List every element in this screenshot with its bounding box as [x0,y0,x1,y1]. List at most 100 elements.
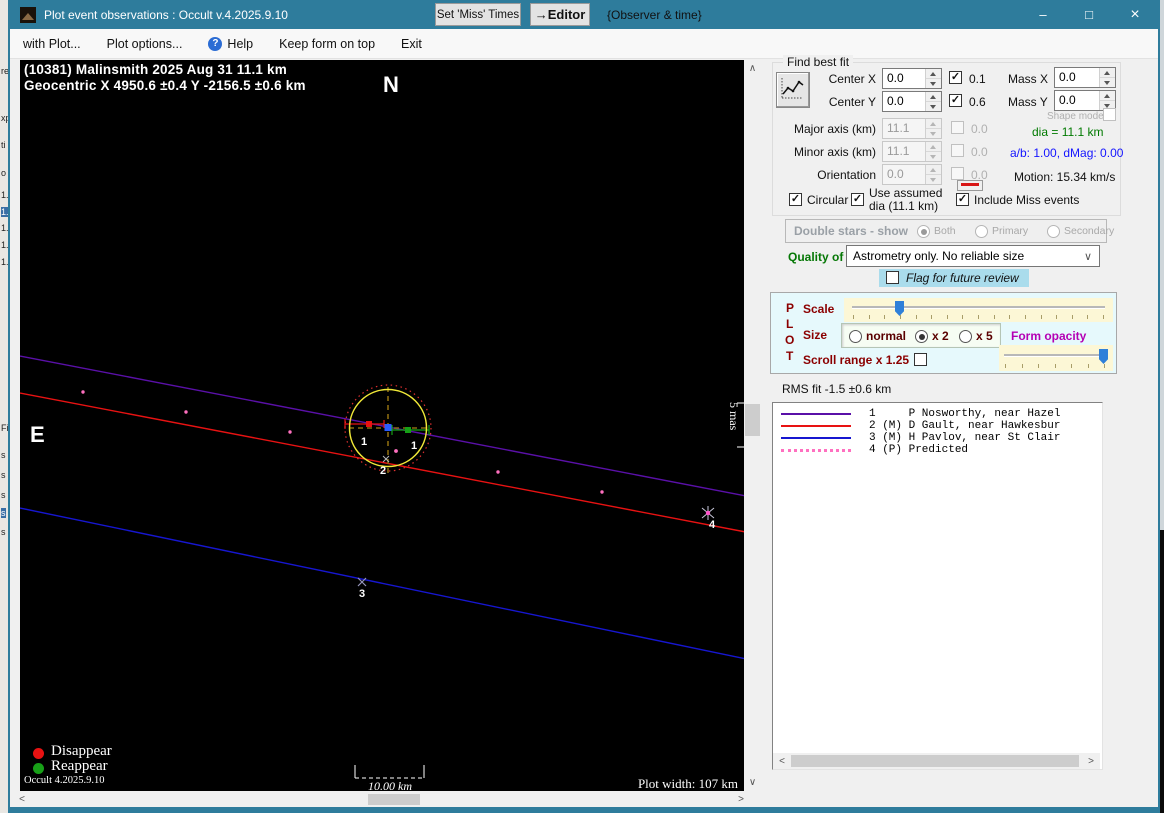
observer-row[interactable]: 1 P Nosworthy, near Hazel [773,408,1102,420]
scroll-range-checkbox[interactable] [914,353,927,366]
double-secondary-radio [1047,225,1060,238]
center-x-unc-checkbox[interactable]: ✓ [949,71,962,84]
plot-header-line1: (10381) Malinsmith 2025 Aug 31 11.1 km [24,62,287,77]
set-miss-times-button[interactable]: Set 'Miss' Times [435,3,521,26]
quality-combobox[interactable]: Astrometry only. No reliable size ∨ [846,245,1100,267]
svg-text:2: 2 [380,465,386,477]
scale-slider[interactable] [844,298,1113,322]
observers-listbox[interactable]: 1 P Nosworthy, near Hazel 2 (M) D Gault, … [772,402,1103,770]
circular-label: Circular [807,193,849,207]
menu-keep-on-top[interactable]: Keep form on top [266,29,388,58]
scale-label: Scale [803,302,835,316]
double-stars-label: Double stars - show [794,224,909,238]
size-radio-group: normal x 2 x 5 [841,323,1001,348]
fit-graph-button[interactable] [776,72,810,108]
menu-plot-options[interactable]: Plot options... [94,29,196,58]
backdrop-text-fragment: ti [1,140,6,150]
observer-line-sample [781,437,851,439]
scroll-left-arrow[interactable]: < [14,792,30,807]
editor-button[interactable]: →Editor [530,3,590,26]
mass-x-spinner[interactable]: 0.0 [1054,67,1116,88]
double-stars-group: Double stars - show Both Primary Seconda… [785,219,1114,243]
listbox-hscrollbar[interactable]: < > [773,753,1100,769]
flag-review-checkbox[interactable] [886,271,899,284]
menu-exit[interactable]: Exit [388,29,435,58]
scroll-up-arrow[interactable]: ∧ [744,60,761,77]
legend-reappear-label: Reappear [51,758,108,774]
scroll-right-arrow[interactable]: > [733,792,749,807]
major-unc-value: 0.0 [971,122,988,136]
plot-letter-t: T [786,349,794,363]
plot-hscrollbar[interactable]: < > [12,792,751,807]
major-axis-label: Major axis (km) [793,122,876,136]
center-x-unc-value: 0.1 [969,72,986,86]
close-button[interactable]: × [1112,0,1158,29]
dia-readout: dia = 11.1 km [1032,125,1104,139]
vscroll-thumb[interactable] [745,404,760,436]
form-opacity-thumb[interactable] [1099,349,1108,364]
backdrop-text-fragment: s [1,470,6,480]
use-assumed-label-line2: dia (11.1 km) [869,199,939,213]
listbox-scroll-left[interactable]: < [775,753,789,769]
minimize-button[interactable]: – [1020,0,1066,29]
observer-row[interactable]: 3 (M) H Pavlov, near St Clair [773,432,1102,444]
mass-y-label: Mass Y [1008,95,1048,109]
observer-line-sample [781,413,851,415]
hscroll-thumb[interactable] [368,794,420,805]
orientation-spinner: 0.0 [882,164,942,185]
double-primary-radio [975,225,988,238]
find-best-fit-label: Find best fit [783,55,854,69]
observer-line-sample [781,425,851,427]
backdrop-text-fragment: s [1,490,6,500]
major-axis-spinner: 11.1 [882,118,942,139]
size-x5-radio[interactable] [959,330,972,343]
observer-row[interactable]: 2 (M) D Gault, near Hawkesbur [773,420,1102,432]
menu-with-plot[interactable]: with Plot... [10,29,94,58]
size-label: Size [803,328,828,342]
observer-time-label: {Observer & time} [607,8,702,22]
observer-text: 4 (P) Predicted [869,444,969,456]
center-y-spinner[interactable]: 0.0 [882,91,942,112]
observer-text: 1 P Nosworthy, near Hazel [869,408,1061,420]
scroll-range-label: Scroll range x 1.25 [803,353,910,367]
plot-geometry: 1 1 2 3 4 [20,355,751,779]
size-x2-label: x 2 [932,329,949,343]
circular-checkbox[interactable]: ✓ [789,193,802,206]
center-y-unc-checkbox[interactable]: ✓ [949,94,962,107]
plot-vscrollbar[interactable]: ∧ ∨ [744,60,761,791]
size-normal-label: normal [866,329,907,343]
form-opacity-label: Form opacity [1011,329,1087,343]
ab-dmag-readout: a/b: 1.00, dMag: 0.00 [1010,146,1124,160]
maximize-button[interactable]: □ [1066,0,1112,29]
line-color-button[interactable] [957,180,983,191]
minor-axis-spinner: 11.1 [882,141,942,162]
backdrop-text-fragment: s [1,527,6,537]
center-x-spinner[interactable]: 0.0 [882,68,942,89]
observer-line-sample [781,448,851,452]
scroll-down-arrow[interactable]: ∨ [744,774,761,791]
listbox-hscroll-thumb[interactable] [791,755,1079,767]
shape-model-label: Shape model [1047,111,1106,122]
svg-text:1: 1 [411,440,417,452]
size-x5-label: x 5 [976,329,993,343]
size-x2-radio[interactable] [915,330,928,343]
svg-text:3: 3 [359,588,365,600]
scale-slider-thumb[interactable] [895,301,904,316]
menu-help[interactable]: ? Help [195,29,266,58]
svg-text:4: 4 [709,519,716,531]
observer-row[interactable]: 4 (P) Predicted [773,444,1102,456]
use-assumed-checkbox[interactable]: ✓ [851,193,864,206]
app-window: Plot event observations : Occult v.4.202… [8,0,1160,813]
center-x-label: Center X [828,72,876,86]
listbox-scroll-right[interactable]: > [1084,753,1098,769]
rms-fit-label: RMS fit -1.5 ±0.6 km [782,382,892,396]
app-icon [20,6,36,23]
form-opacity-slider[interactable] [999,345,1113,371]
plot-width-label: Plot width: 107 km [637,776,738,791]
plot-canvas[interactable]: 1 1 2 3 4 (10381) Malinsmith 2025 Aug 31 11.… [20,60,751,791]
size-normal-radio[interactable] [849,330,862,343]
include-miss-checkbox[interactable]: ✓ [956,193,969,206]
plot-controls-panel: P L O T Scale Size normal x 2 x 5 Form o… [770,292,1117,374]
shape-model-checkbox[interactable] [1103,108,1116,121]
double-both-radio [917,225,930,238]
